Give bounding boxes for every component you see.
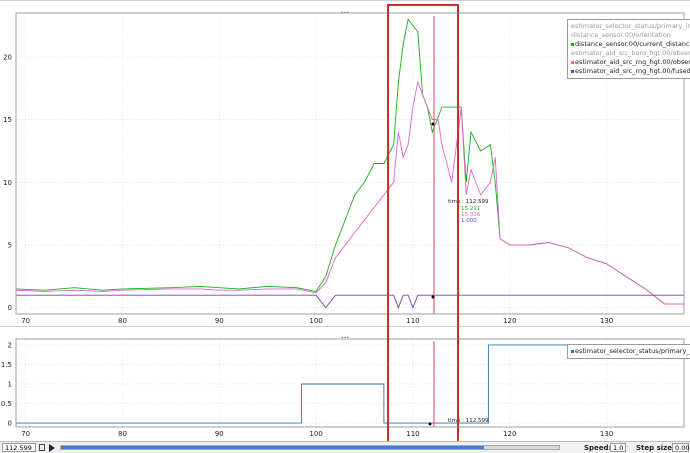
- playback-bar: 112.599 Speed: 1.0 Step size: 0.000: [0, 441, 690, 453]
- x-tick-label: 130: [600, 430, 613, 438]
- legend-item[interactable]: distance_sensor.00/current_distance: [571, 40, 690, 49]
- cursor-tooltip-value: 1.000: [461, 218, 477, 224]
- series-line: [16, 294, 684, 309]
- y-tick-label: 1.5: [1, 361, 12, 369]
- play-icon[interactable]: [49, 444, 55, 452]
- legend-label: distance_sensor.00/orientation: [571, 31, 671, 39]
- y-tick-label: 1: [8, 380, 12, 388]
- x-tick-label: 80: [118, 317, 127, 325]
- y-tick-label: 0: [8, 304, 12, 312]
- x-tick-label: 120: [503, 317, 516, 325]
- legend-item[interactable]: estimator_selector_status/primary_instan…: [571, 22, 690, 31]
- legend-label: estimator_aid_src_rng_hgt.00/observation: [575, 58, 690, 66]
- x-tick-label: 120: [503, 430, 516, 438]
- legend-label: estimator_selector_status/primary_instan…: [575, 347, 690, 355]
- legend-item[interactable]: estimator_aid_src_rng_hgt.00/observation: [571, 58, 690, 67]
- top-plot-panel[interactable]: ... 70 80 90 100 110 120 130 20 15 10 5 0 time : 11…: [0, 0, 690, 327]
- y-tick-label: 5: [8, 242, 12, 250]
- legend-item[interactable]: estimator_selector_status/primary_instan…: [571, 347, 690, 356]
- y-tick-label: 0: [8, 420, 12, 428]
- legend-swatch: [571, 350, 574, 353]
- legend-label: estimator_aid_src_rng_hgt.00/fused: [575, 67, 690, 75]
- bottom-plot-panel[interactable]: ... 70 80 90 100 110 120 130 2 1.5 1 0.5 0 time : 1…: [0, 326, 690, 442]
- top-plot-legend[interactable]: estimator_selector_status/primary_instan…: [567, 19, 690, 79]
- x-tick-label: 80: [118, 430, 127, 438]
- legend-label: estimator_aid_src_baro_hgt.00/observatio…: [571, 49, 690, 57]
- y-tick-label: 20: [3, 53, 12, 61]
- x-tick-label: 100: [309, 317, 322, 325]
- speed-input[interactable]: 1.0: [610, 443, 626, 452]
- step-size-input[interactable]: 0.000: [672, 443, 690, 452]
- legend-swatch: [571, 61, 574, 64]
- bottom-plot-legend[interactable]: estimator_selector_status/primary_instan…: [567, 344, 690, 359]
- x-tick-label: 70: [21, 317, 30, 325]
- x-tick-label: 70: [21, 430, 30, 438]
- y-tick-label: 2: [8, 341, 12, 349]
- x-tick-label: 100: [309, 430, 322, 438]
- legend-swatch: [571, 43, 574, 46]
- series-line: [15, 80, 684, 305]
- x-tick-label: 90: [215, 430, 224, 438]
- x-tick-label: 130: [600, 317, 613, 325]
- y-tick-label: 10: [3, 179, 12, 187]
- y-tick-label: 0.5: [1, 400, 12, 408]
- legend-label: distance_sensor.00/current_distance: [575, 40, 690, 48]
- time-value-field[interactable]: 112.599: [2, 443, 36, 452]
- x-tick-label: 90: [215, 317, 224, 325]
- highlight-annotation-box: [387, 4, 459, 444]
- legend-label: estimator_selector_status/primary_instan…: [571, 22, 690, 30]
- time-slider-track[interactable]: [60, 445, 560, 450]
- legend-item[interactable]: estimator_aid_src_baro_hgt.00/observatio…: [571, 49, 690, 58]
- y-tick-label: 15: [3, 116, 12, 124]
- legend-item[interactable]: estimator_aid_src_rng_hgt.00/fused: [571, 67, 690, 76]
- clipboard-icon[interactable]: [39, 444, 45, 451]
- time-slider-fill: [61, 446, 485, 449]
- legend-item[interactable]: distance_sensor.00/orientation: [571, 31, 690, 40]
- legend-swatch: [571, 70, 574, 73]
